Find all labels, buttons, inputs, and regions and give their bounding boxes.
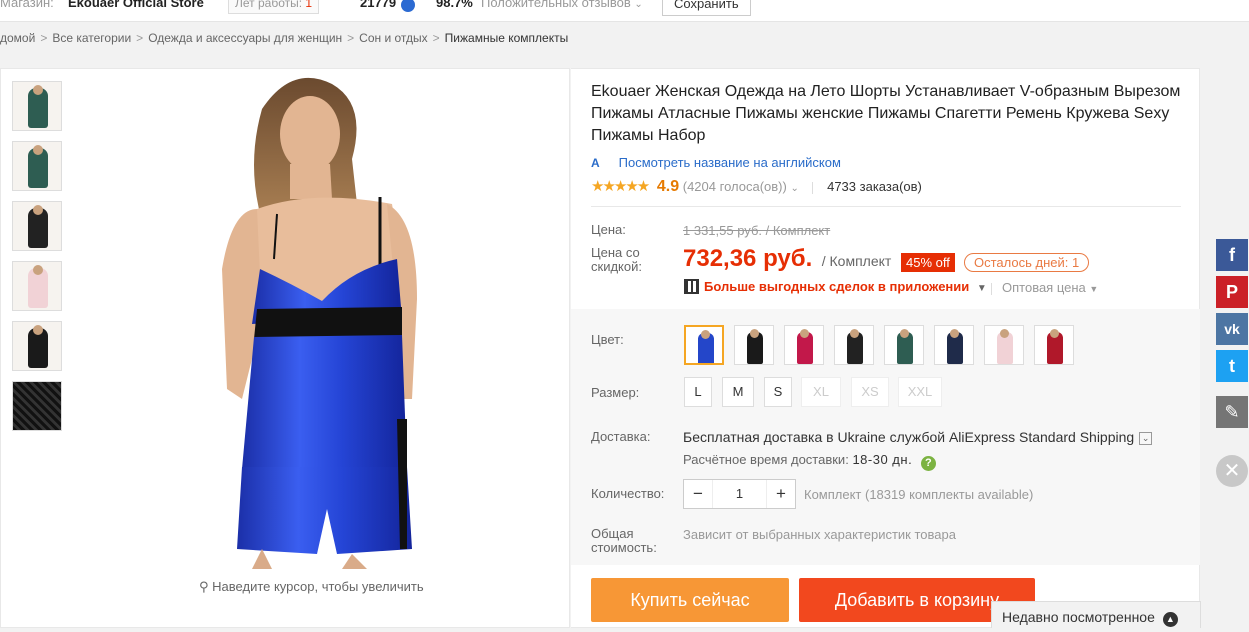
thumbnail[interactable] <box>12 201 62 251</box>
size-option[interactable]: M <box>722 377 754 407</box>
rating-row: ★★★★★ 4.9 (4204 голоса(ов)) ⌄ 4733 заказ… <box>591 177 922 196</box>
recently-viewed-tab[interactable]: Недавно посмотренное ▲ <box>991 601 1201 628</box>
store-bar: Магазин: Ekouaer Official Store Лет рабо… <box>0 0 1249 22</box>
help-icon[interactable]: ? <box>920 456 936 471</box>
breadcrumb-separator: > <box>347 31 355 45</box>
total-note: Зависит от выбранных характеристик товар… <box>683 527 956 542</box>
breadcrumb-item[interactable]: домой <box>0 31 35 45</box>
price-unit: / Комплект <box>821 253 892 269</box>
product-main-image[interactable] <box>202 69 452 569</box>
quantity-label: Количество: <box>591 486 665 501</box>
days-left-badge: Осталось дней: 1 <box>964 253 1090 272</box>
breadcrumb: домой > Все категории > Одежда и аксессуары … <box>0 31 568 45</box>
breadcrumb-separator: > <box>136 31 144 45</box>
thumbnail[interactable] <box>12 141 62 191</box>
price-label: Цена: <box>591 222 626 237</box>
twitter-icon[interactable]: t <box>1216 350 1248 382</box>
medal-icon <box>401 0 415 12</box>
zoom-hint: ⚲ Наведите курсор, чтобы увеличить <box>199 579 424 594</box>
vk-icon[interactable]: vk <box>1216 313 1248 345</box>
color-swatch[interactable] <box>784 325 824 365</box>
size-option[interactable]: L <box>684 377 712 407</box>
store-positive-pct: 98.7% <box>436 0 473 10</box>
store-years-badge: Лет работы: 1 <box>228 0 320 14</box>
thumbnail[interactable] <box>12 261 62 311</box>
breadcrumb-item[interactable]: Все категории <box>52 31 131 45</box>
increment-button[interactable]: + <box>767 480 795 508</box>
breadcrumb-item[interactable]: Пижамные комплекты <box>445 31 569 45</box>
shipping-method[interactable]: Бесплатная доставка в Ukraine службой Al… <box>683 429 1153 445</box>
quantity-input[interactable]: 1 <box>712 480 767 508</box>
store-years-label: Лет работы: <box>235 0 303 10</box>
store-name-link[interactable]: Ekouaer Official Store <box>68 0 204 10</box>
rating-stars: ★★★★★ <box>591 178 650 195</box>
pinterest-icon[interactable]: P <box>1216 276 1248 308</box>
size-option[interactable]: XXL <box>898 377 942 407</box>
store-label: Магазин: <box>0 0 54 10</box>
shipping-time: Расчётное время доставки: 18-30 дн. ? <box>683 452 936 471</box>
quantity-stepper: − 1 + <box>683 479 796 509</box>
save-store-button[interactable]: Сохранить <box>662 0 751 16</box>
shipping-label: Доставка: <box>591 429 651 444</box>
decrement-button[interactable]: − <box>684 480 712 508</box>
buy-now-button[interactable]: Купить сейчас <box>591 578 789 622</box>
product-info-panel: Ekouaer Женская Одежда на Лето Шорты Уст… <box>571 68 1200 628</box>
discount-price-label: Цена со скидкой: <box>591 245 642 274</box>
size-option[interactable]: S <box>764 377 792 407</box>
discount-badge: 45% off <box>901 253 955 272</box>
edit-icon[interactable]: ✎ <box>1216 396 1248 428</box>
breadcrumb-item[interactable]: Сон и отдых <box>359 31 427 45</box>
store-positive-label[interactable]: Положительных отзывов ⌄ <box>481 0 643 10</box>
size-label: Размер: <box>591 385 640 400</box>
size-option[interactable]: XS <box>851 377 889 407</box>
color-swatch[interactable] <box>834 325 874 365</box>
chevron-down-icon[interactable]: ⌄ <box>1139 432 1153 445</box>
gallery-panel: ⚲ Наведите курсор, чтобы увеличить <box>0 68 570 628</box>
translate-icon: A <box>591 156 600 170</box>
color-swatch[interactable] <box>684 325 724 365</box>
rating-score: 4.9 <box>656 178 680 195</box>
breadcrumb-separator: > <box>40 31 48 45</box>
color-swatch[interactable] <box>734 325 774 365</box>
price: 732,36 руб. / Комплект <box>683 245 891 273</box>
color-swatch[interactable] <box>984 325 1024 365</box>
thumbnail[interactable] <box>12 81 62 131</box>
color-swatch[interactable] <box>884 325 924 365</box>
thumbnail[interactable] <box>12 321 62 371</box>
breadcrumb-separator: > <box>432 31 440 45</box>
thumbnail[interactable] <box>12 381 62 431</box>
breadcrumb-item[interactable]: Одежда и аксессуары для женщин <box>148 31 342 45</box>
wholesale-price-link[interactable]: Оптовая цена ▼ <box>991 280 1098 295</box>
product-title: Ekouaer Женская Одежда на Лето Шорты Уст… <box>591 83 1181 144</box>
size-option[interactable]: XL <box>801 377 841 407</box>
close-icon[interactable]: ✕ <box>1216 455 1248 487</box>
store-years-value: 1 <box>305 0 313 10</box>
color-label: Цвет: <box>591 332 624 347</box>
search-icon: ⚲ <box>199 579 209 594</box>
divider <box>591 206 1181 207</box>
facebook-icon[interactable]: f <box>1216 239 1248 271</box>
qr-code-icon <box>684 279 699 294</box>
quantity-available: Комплект (18319 комплекты available) <box>804 487 1034 502</box>
total-label: Общая стоимость: <box>591 526 657 555</box>
orders-count: 4733 заказа(ов) <box>827 179 922 194</box>
app-deals-link[interactable]: Больше выгодных сделок в приложении ▼ <box>684 279 987 294</box>
price-value: 732,36 руб. <box>683 245 813 272</box>
color-swatch[interactable] <box>1034 325 1074 365</box>
translate-title-link[interactable]: A Посмотреть название на английском <box>591 155 841 170</box>
thumbnail-list <box>12 81 62 441</box>
old-price: 1 331,55 руб. / Комплект <box>683 223 831 238</box>
color-swatch[interactable] <box>934 325 974 365</box>
chevron-up-icon: ▲ <box>1162 612 1178 627</box>
store-followers: 21779 <box>360 0 397 10</box>
rating-votes[interactable]: (4204 голоса(ов)) ⌄ <box>683 179 799 194</box>
